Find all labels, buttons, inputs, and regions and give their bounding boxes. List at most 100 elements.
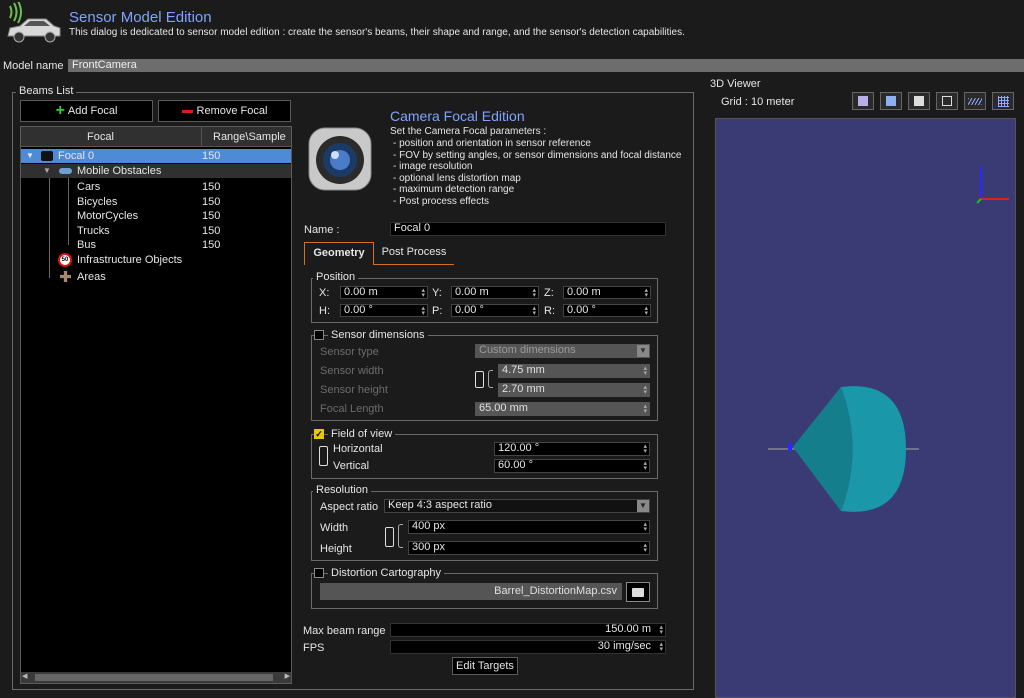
tree-item-label: Trucks xyxy=(77,225,110,237)
grid-icon xyxy=(997,95,1009,107)
position-title: Position xyxy=(313,271,359,283)
view-side-button[interactable] xyxy=(908,92,930,110)
dialog-description: This dialog is dedicated to sensor model… xyxy=(69,27,685,38)
x-label: X: xyxy=(319,287,330,299)
field-of-view-checkbox[interactable]: ✓ xyxy=(314,429,324,439)
view-perspective-button[interactable] xyxy=(852,92,874,110)
scroll-right-icon[interactable]: ▶ xyxy=(285,672,290,680)
plus-icon: + xyxy=(55,102,65,119)
expand-arrow-icon[interactable]: ▼ xyxy=(26,149,34,163)
aspect-ratio-label: Aspect ratio xyxy=(320,501,379,513)
beams-list-title: Beams List xyxy=(16,85,77,97)
y-input[interactable]: 0.00 m ▴ ▾ xyxy=(451,286,539,299)
tree-item-areas[interactable]: Areas xyxy=(58,270,291,284)
res-height-input[interactable]: 300 px ▴ ▾ xyxy=(408,541,650,555)
p-label: P: xyxy=(432,305,443,317)
tree-item-bus[interactable]: Bus 150 xyxy=(77,238,291,252)
h-input[interactable]: 0.00 ° ▴ ▾ xyxy=(340,304,428,317)
p-input[interactable]: 0.00 ° ▴ ▾ xyxy=(451,304,539,317)
tree-item-focal0[interactable]: ▼ Focal 0 150 xyxy=(21,149,291,163)
add-focal-label: Add Focal xyxy=(67,105,118,117)
tree-item-trucks[interactable]: Trucks 150 xyxy=(77,224,291,238)
h-label: H: xyxy=(319,305,330,317)
cube-icon xyxy=(914,96,924,106)
tree-horizontal-scrollbar[interactable]: ◀ ▶ xyxy=(21,672,291,683)
link-bracket-icon xyxy=(488,370,493,388)
fov-vertical-input[interactable]: 60.00 ° ▴ ▾ xyxy=(494,459,650,473)
tab-geometry[interactable]: Geometry xyxy=(304,242,374,265)
bullet-text: - position and orientation in sensor ref… xyxy=(393,138,591,149)
tree-item-value: 150 xyxy=(202,150,221,162)
name-label: Name : xyxy=(304,224,340,236)
tree-item-label: Bicycles xyxy=(77,196,118,208)
max-range-input[interactable]: 150.00 m ▴ ▾ xyxy=(390,623,666,637)
tree-item-label: Infrastructure Objects xyxy=(77,254,183,266)
viewer-title: 3D Viewer xyxy=(710,78,761,90)
tree-header: Focal Range\Sample xyxy=(21,127,291,147)
scroll-left-icon[interactable]: ◀ xyxy=(22,672,27,680)
dialog-title: Sensor Model Edition xyxy=(69,9,212,26)
view-wireframe-button[interactable] xyxy=(964,92,986,110)
x-input[interactable]: 0.00 m ▴ ▾ xyxy=(340,286,428,299)
res-width-label: Width xyxy=(320,522,349,534)
remove-focal-button[interactable]: Remove Focal xyxy=(158,100,291,122)
focal-intro: Set the Camera Focal parameters : xyxy=(390,126,547,137)
car-small-icon xyxy=(59,168,72,174)
view-grid-button[interactable] xyxy=(992,92,1014,110)
focal-name-input[interactable]: Focal 0 xyxy=(390,222,666,236)
tree-item-label: MotorCycles xyxy=(77,210,139,222)
focal-bullets: - position and orientation in sensor ref… xyxy=(393,138,681,207)
r-input[interactable]: 0.00 ° ▴ ▾ xyxy=(563,304,651,317)
tree-item-label: Focal 0 xyxy=(58,150,95,162)
focal-tree[interactable]: Focal Range\Sample ▼ Focal 0 150 ▼ Mobil… xyxy=(20,126,292,684)
z-input[interactable]: 0.00 m ▴ ▾ xyxy=(563,286,651,299)
dropdown-arrow-icon: ▼ xyxy=(637,345,649,357)
fps-input[interactable]: 30 img/sec ▴ ▾ xyxy=(390,640,666,654)
tree-item-value: 150 xyxy=(202,225,221,237)
tree-item-motorcycles[interactable]: MotorCycles 150 xyxy=(77,209,291,223)
3d-viewport[interactable] xyxy=(715,118,1016,698)
view-front-button[interactable] xyxy=(880,92,902,110)
col-range-header[interactable]: Range\Sample xyxy=(213,131,286,143)
res-width-input[interactable]: 400 px ▴ ▾ xyxy=(408,520,650,534)
sensor-type-select: Custom dimensions ▼ xyxy=(475,344,650,358)
res-link-icon[interactable] xyxy=(385,527,394,547)
distortion-checkbox[interactable] xyxy=(314,568,324,578)
expand-arrow-icon[interactable]: ▼ xyxy=(43,164,51,178)
z-label: Z: xyxy=(544,287,554,299)
tree-item-label: Areas xyxy=(77,271,106,283)
add-focal-button[interactable]: + Add Focal xyxy=(20,100,153,122)
open-folder-button[interactable] xyxy=(626,582,650,602)
minus-icon xyxy=(181,109,193,113)
speed-sign-icon: 50 xyxy=(58,253,72,267)
fov-horizontal-label: Horizontal xyxy=(333,443,383,455)
camera-icon xyxy=(41,151,53,161)
res-height-label: Height xyxy=(320,543,352,555)
scroll-thumb[interactable] xyxy=(35,674,273,681)
tab-label: Geometry xyxy=(313,247,365,259)
aspect-ratio-select[interactable]: Keep 4:3 aspect ratio ▼ xyxy=(384,499,650,513)
sensor-dimensions-checkbox[interactable] xyxy=(314,330,324,340)
tree-item-mobile-obstacles[interactable]: ▼ Mobile Obstacles xyxy=(21,164,291,178)
wireframe-icon xyxy=(968,97,982,105)
focal-length-label: Focal Length xyxy=(320,403,384,415)
sensor-width-input: 4.75 mm ▴ ▾ xyxy=(498,364,650,378)
fov-horizontal-input[interactable]: 120.00 ° ▴ ▾ xyxy=(494,442,650,456)
edit-targets-label: Edit Targets xyxy=(456,660,514,672)
link-icon[interactable] xyxy=(475,371,484,388)
tree-item-cars[interactable]: Cars 150 xyxy=(77,180,291,194)
model-name-input[interactable]: FrontCamera xyxy=(68,59,1024,72)
tree-item-bicycles[interactable]: Bicycles 150 xyxy=(77,195,291,209)
tree-item-label: Cars xyxy=(77,181,101,193)
bullet-text: - optional lens distortion map xyxy=(393,172,521,184)
tree-item-infrastructure[interactable]: 50 Infrastructure Objects xyxy=(58,253,291,267)
bullet-text: - maximum detection range xyxy=(393,184,515,195)
col-focal-header[interactable]: Focal xyxy=(87,131,114,143)
view-fit-button[interactable] xyxy=(936,92,958,110)
camera-lens-icon xyxy=(305,122,377,194)
fit-icon xyxy=(942,96,952,106)
tab-post-process[interactable]: Post Process xyxy=(374,242,454,265)
fov-link-icon[interactable] xyxy=(319,446,328,466)
y-label: Y: xyxy=(432,287,442,299)
edit-targets-button[interactable]: Edit Targets xyxy=(452,657,518,675)
